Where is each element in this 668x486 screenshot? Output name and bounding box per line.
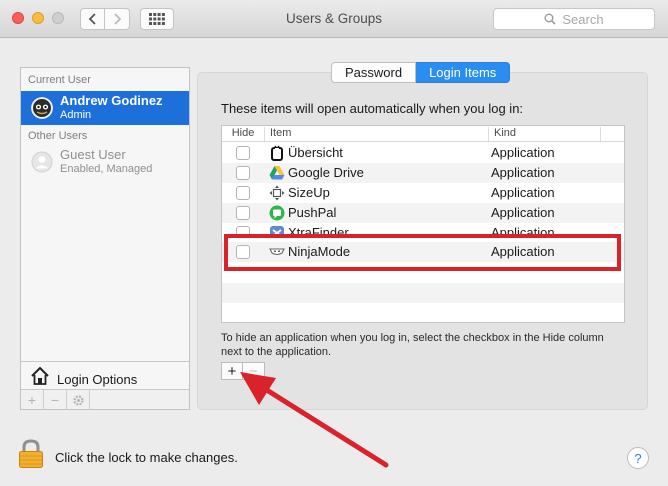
item-name: NinjaMode — [288, 244, 351, 259]
tab-login-items[interactable]: Login Items — [416, 62, 511, 83]
users-list: Current User Andrew Godinez Admin Other … — [20, 67, 190, 410]
user-name: Guest User — [60, 147, 126, 162]
hide-checkbox[interactable] — [236, 166, 250, 180]
item-kind: Application — [491, 145, 555, 160]
table-row-empty — [222, 283, 624, 303]
sizeup-icon — [269, 185, 285, 201]
search-icon — [544, 13, 556, 25]
hide-hint-text: To hide an application when you log in, … — [221, 332, 604, 358]
user-row-guest-user[interactable]: Guest User Enabled, Managed — [21, 145, 189, 179]
ubersicht-icon — [271, 145, 283, 161]
users-list-toolbar: + − — [21, 389, 189, 410]
table-row[interactable]: Übersicht Application — [222, 143, 624, 163]
house-icon — [31, 366, 49, 385]
column-header-hide[interactable]: Hide — [222, 127, 264, 141]
login-items-intro: These items will open automatically when… — [221, 101, 524, 116]
item-kind: Application — [491, 225, 555, 235]
column-header-spacer — [600, 127, 624, 141]
add-login-item-button[interactable]: + — [221, 362, 243, 380]
user-row-andrew-godinez[interactable]: Andrew Godinez Admin — [21, 91, 189, 125]
user-name: Andrew Godinez — [60, 93, 163, 108]
login-items-toolbar: + − — [221, 362, 265, 380]
guest-avatar-icon — [31, 151, 53, 173]
help-button[interactable]: ? — [627, 447, 649, 469]
column-header-kind[interactable]: Kind — [488, 127, 600, 141]
item-kind: Application — [491, 205, 555, 220]
tab-bar: Password Login Items — [331, 62, 511, 83]
ninjamode-icon — [269, 248, 285, 256]
remove-user-button[interactable]: − — [44, 390, 67, 410]
user-status: Enabled, Managed — [60, 163, 153, 175]
table-row[interactable]: SizeUp Application — [222, 183, 624, 203]
table-row-empty — [222, 262, 624, 283]
user-avatar — [31, 97, 53, 119]
hide-checkbox[interactable] — [236, 206, 250, 220]
tab-password[interactable]: Password — [331, 62, 417, 83]
gear-icon — [72, 394, 84, 406]
item-name: SizeUp — [288, 185, 330, 200]
table-row[interactable]: NinjaMode Application — [222, 242, 624, 262]
google-drive-icon — [269, 166, 285, 180]
pushpal-icon — [269, 205, 285, 221]
current-user-heading: Current User — [28, 74, 91, 86]
item-kind: Application — [491, 185, 555, 200]
item-name: PushPal — [288, 205, 337, 220]
hide-checkbox[interactable] — [236, 245, 250, 259]
lock-icon[interactable] — [18, 439, 44, 469]
item-kind: Application — [491, 165, 555, 180]
login-items-table: Hide Item Kind Übersicht Application Goo… — [221, 125, 625, 323]
title-bar: Users & Groups Search — [0, 0, 668, 38]
table-row[interactable]: XtraFinder Application — [222, 223, 624, 235]
other-users-heading: Other Users — [28, 130, 88, 142]
user-actions-button[interactable] — [67, 390, 90, 410]
user-role: Admin — [60, 109, 92, 121]
item-name: Google Drive — [288, 165, 364, 180]
item-name: XtraFinder — [288, 225, 349, 235]
xtrafinder-icon — [270, 226, 284, 235]
table-row[interactable]: PushPal Application — [222, 203, 624, 223]
hide-checkbox[interactable] — [236, 146, 250, 160]
table-row[interactable]: Google Drive Application — [222, 163, 624, 183]
login-options-label: Login Options — [57, 372, 138, 387]
hide-checkbox[interactable] — [236, 226, 250, 235]
remove-login-item-button[interactable]: − — [243, 362, 265, 380]
login-options-item[interactable]: Login Options — [21, 361, 189, 389]
search-placeholder: Search — [562, 11, 604, 27]
hide-checkbox[interactable] — [236, 186, 250, 200]
item-name: Übersicht — [288, 145, 343, 160]
search-field[interactable]: Search — [493, 8, 655, 30]
column-header-item[interactable]: Item — [264, 127, 488, 141]
table-header: Hide Item Kind — [222, 126, 624, 142]
item-kind: Application — [491, 244, 555, 259]
lock-hint-text: Click the lock to make changes. — [55, 450, 238, 465]
add-user-button[interactable]: + — [21, 390, 44, 410]
